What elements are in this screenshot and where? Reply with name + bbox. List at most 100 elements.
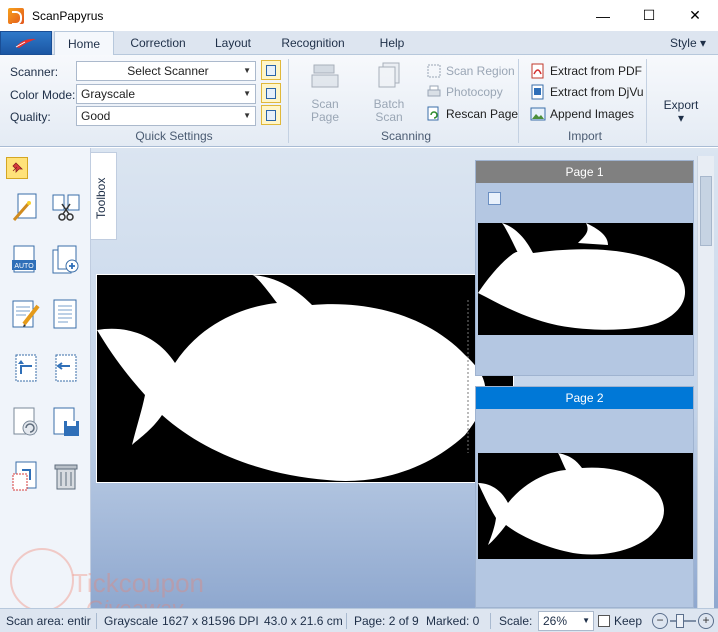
- magic-wand-icon[interactable]: [10, 192, 42, 224]
- extract-djvu-label: Extract from DjVu: [550, 85, 644, 99]
- thumbnail-header: Page 1: [476, 161, 693, 183]
- djvu-icon: [531, 84, 544, 100]
- close-button[interactable]: ✕: [672, 0, 718, 31]
- status-size-cm: 43.0 x 21.6 cm: [264, 614, 343, 628]
- chevron-down-icon: ▼: [243, 89, 251, 98]
- window-title: ScanPapyrus: [32, 8, 104, 23]
- append-images-button[interactable]: Append Images: [530, 105, 634, 123]
- quality-value: Good: [81, 109, 111, 123]
- rotate-left-icon[interactable]: [10, 352, 42, 384]
- status-divider: [490, 613, 491, 629]
- append-images-label: Append Images: [550, 107, 635, 121]
- replace-page-icon[interactable]: [10, 460, 42, 492]
- color-mode-select[interactable]: Grayscale ▼: [76, 84, 256, 104]
- scale-value: 26%: [543, 614, 568, 628]
- maximize-button[interactable]: ☐: [626, 0, 672, 31]
- keep-label: Keep: [614, 614, 643, 628]
- add-page-icon[interactable]: [50, 244, 82, 276]
- extract-from-pdf-button[interactable]: Extract from PDF: [530, 62, 642, 80]
- batch-pages-icon: [378, 62, 400, 88]
- rescan-icon: [427, 106, 439, 121]
- chevron-down-icon: ▼: [243, 111, 251, 120]
- minimize-button[interactable]: —: [580, 0, 626, 31]
- status-bar: Scan area: entir Grayscale 1627 x 815 96…: [0, 608, 718, 632]
- export-button[interactable]: Export ▾: [652, 99, 710, 125]
- scan-region-label: Scan Region: [446, 64, 515, 78]
- app-logo-icon: [8, 7, 24, 25]
- ribbon-tab-row: Home Correction Layout Recognition Help …: [0, 31, 718, 56]
- batch-scan-label-2: Scan: [375, 110, 403, 124]
- rotate-right-icon[interactable]: [50, 352, 82, 384]
- scanner-label: Scanner:: [10, 65, 59, 79]
- scan-region-button[interactable]: Scan Region: [426, 62, 515, 80]
- region-icon: [427, 64, 441, 78]
- rescan-page-button[interactable]: Rescan Page: [426, 105, 518, 123]
- page-thumbnail[interactable]: Page 2: [475, 386, 694, 608]
- tab-help[interactable]: Help: [368, 31, 416, 55]
- quill-icon: [15, 38, 36, 48]
- thumbnails-scrollbar[interactable]: [697, 156, 714, 608]
- page-options-button[interactable]: [261, 105, 281, 125]
- application-menu-button[interactable]: [0, 31, 52, 55]
- style-menu[interactable]: Style ▾: [670, 31, 706, 55]
- page-size-button[interactable]: [261, 83, 281, 103]
- photocopy-label: Photocopy: [446, 85, 503, 99]
- group-divider: [288, 59, 289, 143]
- ribbon-panel: Scanner: Select Scanner ▼ Color Mode: Gr…: [0, 55, 718, 147]
- split-scissors-icon[interactable]: [50, 192, 82, 224]
- page-layout-icon[interactable]: [50, 298, 82, 330]
- page-thumbnail[interactable]: Page 1: [475, 160, 694, 376]
- scrollbar-thumb[interactable]: [700, 176, 712, 246]
- refresh-page-icon[interactable]: [10, 406, 42, 438]
- title-bar: ScanPapyrus — ☐ ✕: [0, 0, 718, 31]
- scan-page-label-2: Page: [310, 110, 340, 124]
- tab-layout[interactable]: Layout: [204, 31, 262, 55]
- quick-settings-group-label: Quick Settings: [135, 129, 213, 143]
- toolbox-tab[interactable]: Toolbox: [91, 152, 117, 240]
- pdf-icon: [531, 63, 544, 79]
- shark-image: [97, 275, 486, 481]
- thumbnail-mark-checkbox[interactable]: [488, 192, 501, 205]
- edit-text-icon[interactable]: [10, 298, 42, 330]
- keep-scale-checkbox[interactable]: [598, 615, 610, 627]
- status-dpi: 96 DPI: [222, 614, 259, 628]
- chevron-down-icon: ▾: [699, 36, 706, 50]
- auto-enhance-icon[interactable]: AUTO: [10, 244, 42, 276]
- group-divider: [518, 59, 519, 143]
- shark-thumbnail: [478, 223, 686, 330]
- frame-icon: [266, 87, 276, 99]
- scanning-group-label: Scanning: [380, 129, 432, 143]
- zoom-slider-handle[interactable]: [676, 614, 684, 628]
- save-page-icon[interactable]: [50, 406, 82, 438]
- tab-correction[interactable]: Correction: [120, 31, 196, 55]
- photocopy-button[interactable]: Photocopy: [426, 83, 503, 101]
- tab-recognition[interactable]: Recognition: [272, 31, 354, 55]
- workspace: AUTO Toolbox Page 1 Page 2: [0, 148, 718, 608]
- color-mode-label: Color Mode:: [10, 88, 76, 102]
- auto-badge: AUTO: [14, 263, 34, 270]
- quality-select[interactable]: Good ▼: [76, 106, 256, 126]
- batch-scan-button[interactable]: Batch Scan: [366, 59, 412, 125]
- scanner-select[interactable]: Select Scanner ▼: [76, 61, 256, 81]
- tools-panel: AUTO: [0, 148, 91, 608]
- status-page: Page: 2 of 9: [354, 614, 419, 628]
- extract-pdf-label: Extract from PDF: [550, 64, 643, 78]
- zoom-out-button[interactable]: −: [652, 613, 668, 629]
- tab-home[interactable]: Home: [54, 31, 114, 56]
- quality-label: Quality:: [10, 110, 51, 124]
- scale-label: Scale:: [499, 614, 533, 628]
- printer-icon: [427, 85, 441, 97]
- document-icon: [266, 109, 276, 121]
- group-divider: [646, 59, 647, 143]
- scanner-settings-button[interactable]: [261, 60, 281, 80]
- zoom-in-button[interactable]: +: [698, 613, 714, 629]
- pin-panel-button[interactable]: [6, 157, 28, 179]
- pin-icon: [12, 162, 23, 173]
- status-divider: [96, 613, 97, 629]
- extract-from-djvu-button[interactable]: Extract from DjVu: [530, 83, 644, 101]
- trash-icon[interactable]: [50, 460, 82, 492]
- page-preview-canvas[interactable]: [96, 274, 514, 483]
- scan-page-button[interactable]: Scan Page: [302, 59, 348, 125]
- rescan-page-label: Rescan Page: [446, 107, 519, 121]
- scale-select[interactable]: 26% ▼: [538, 611, 594, 631]
